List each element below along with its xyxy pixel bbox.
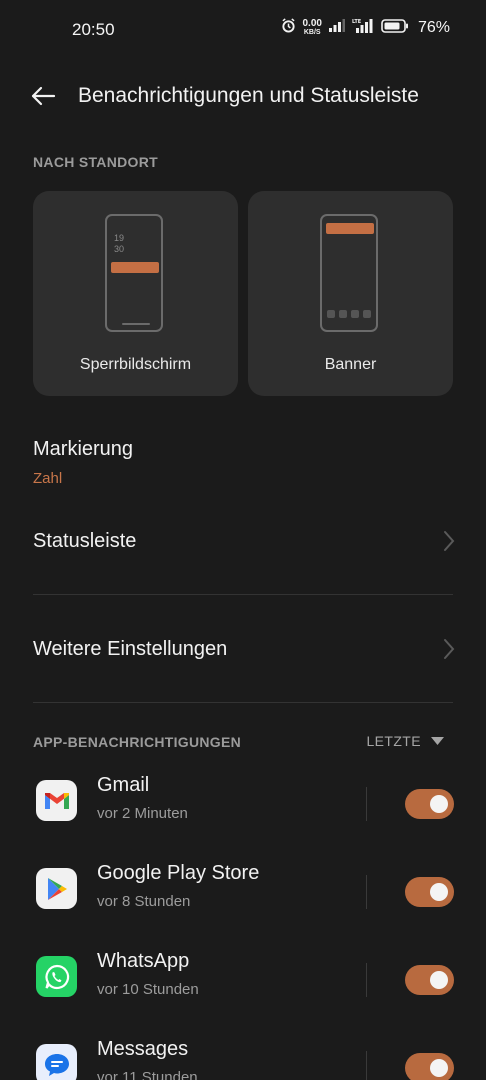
battery-percent: 76% [417,19,450,36]
statusleiste-title: Statusleiste [33,530,137,552]
back-arrow-icon [31,86,56,106]
separator [366,875,367,909]
markierung-value: Zahl [33,470,63,487]
divider [33,594,453,595]
lockscreen-preview-icon: 19 30 [105,214,163,332]
svg-text:LTE: LTE [352,19,362,25]
messages-icon [36,1044,77,1080]
sort-dropdown[interactable]: LETZTE [366,733,444,749]
app-row-play-store[interactable]: Google Play Store vor 8 Stunden [0,862,486,956]
section-label-position: NACH STANDORT [33,154,158,170]
page-title: Benachrichtigungen und Statusleiste [78,84,419,107]
back-button[interactable] [26,80,60,112]
preview-home-bar [122,323,150,325]
separator [366,1051,367,1080]
header: Benachrichtigungen und Statusleiste [0,72,486,120]
preview-notification [111,262,159,273]
app-last-notification: vor 2 Minuten [97,805,188,822]
app-row-gmail[interactable]: Gmail vor 2 Minuten [0,774,486,868]
app-last-notification: vor 8 Stunden [97,893,191,910]
network-speed-value: 0.00 [302,18,322,29]
app-name: Messages [97,1038,189,1060]
separator [366,963,367,997]
sort-dropdown-label: LETZTE [366,733,421,749]
separator [366,787,367,821]
whatsapp-icon [36,956,77,997]
lockscreen-option-card[interactable]: 19 30 Sperrbildschirm [33,191,238,396]
app-name: Google Play Store [97,862,260,884]
notification-toggle[interactable] [405,965,454,995]
network-speed: 0.00 KB/S [303,19,322,37]
app-name: Gmail [97,774,150,796]
preview-dock [327,310,371,318]
preview-clock-minute: 30 [114,244,125,254]
status-time: 20:50 [72,20,115,39]
status-bar: 20:50 0.00 KB/S LTE 76% [0,0,486,60]
banner-option-card[interactable]: Banner [248,191,453,396]
divider [33,702,453,703]
weitere-einstellungen-title: Weitere Einstellungen [33,638,228,660]
signal-icon [328,19,345,37]
alarm-icon [281,18,296,38]
chevron-right-icon [444,531,455,551]
app-name: WhatsApp [97,950,190,972]
lte-signal-icon: LTE [352,18,374,38]
app-last-notification: vor 10 Stunden [97,981,199,998]
network-speed-unit: KB/S [303,29,321,36]
notification-toggle[interactable] [405,789,454,819]
banner-preview-icon [320,214,378,332]
app-last-notification: vor 11 Stunden [97,1069,198,1080]
preview-clock-hour: 19 [114,233,125,243]
app-row-messages[interactable]: Messages vor 11 Stunden [0,1038,486,1080]
screen: 20:50 0.00 KB/S LTE 76% Benachrichtigung… [0,0,486,1080]
notification-toggle[interactable] [405,1053,454,1080]
preview-notification [326,223,374,234]
battery-icon [381,18,409,38]
app-row-whatsapp[interactable]: WhatsApp vor 10 Stunden [0,950,486,1044]
status-icons: 0.00 KB/S LTE 76% [281,18,450,38]
markierung-title: Markierung [33,438,134,460]
chevron-right-icon [444,639,455,659]
notification-toggle[interactable] [405,877,454,907]
gmail-icon [36,780,77,821]
preview-clock: 19 30 [114,233,124,255]
section-label-apps: APP-BENACHRICHTIGUNGEN [33,734,242,750]
lockscreen-option-label: Sperrbildschirm [79,356,192,373]
banner-option-label: Banner [324,356,377,373]
caret-down-icon [431,737,444,745]
play-store-icon [36,868,77,909]
